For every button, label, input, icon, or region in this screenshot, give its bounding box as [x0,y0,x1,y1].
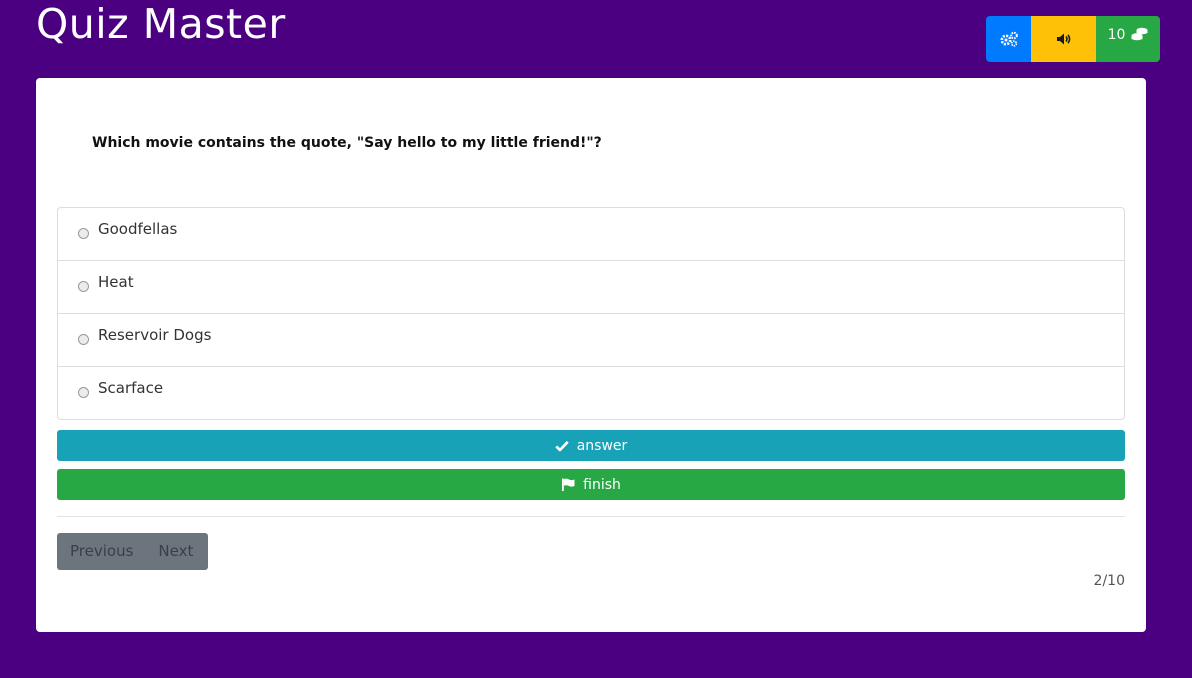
cogs-icon [1000,31,1018,47]
option-radio[interactable] [78,281,89,292]
next-button[interactable]: Next [158,533,193,570]
answer-button-label: answer [576,437,628,454]
settings-button[interactable] [986,16,1031,62]
option-scarface[interactable]: Scarface [58,366,1124,419]
question-counter: 2/10 [1093,573,1125,589]
coins-icon [1131,27,1148,41]
option-label: Heat [98,273,134,291]
question-text: Which movie contains the quote, "Say hel… [92,135,602,151]
option-goodfellas[interactable]: Goodfellas [58,208,1124,260]
divider [57,516,1125,517]
app-title: Quiz Master [36,0,286,48]
volume-icon [1056,33,1070,45]
coins-button[interactable]: 10 [1096,16,1160,62]
answer-options: Goodfellas Heat Reservoir Dogs Scarface [57,207,1125,420]
previous-button[interactable]: Previous [70,533,133,570]
option-heat[interactable]: Heat [58,260,1124,313]
option-radio[interactable] [78,334,89,345]
quiz-card: Which movie contains the quote, "Say hel… [36,78,1146,632]
header-toolbar: 10 [986,16,1160,62]
option-label: Reservoir Dogs [98,326,212,344]
finish-button-label: finish [583,476,621,493]
coins-count: 10 [1107,27,1126,43]
flag-icon [562,478,575,491]
sound-button[interactable] [1031,16,1096,62]
option-label: Scarface [98,379,164,397]
check-icon [555,440,569,451]
option-label: Goodfellas [98,220,178,238]
option-radio[interactable] [78,228,89,239]
finish-button[interactable]: finish [57,469,1125,500]
option-radio[interactable] [78,387,89,398]
pagination: Previous Next [57,533,208,570]
option-reservoir-dogs[interactable]: Reservoir Dogs [58,313,1124,366]
answer-button[interactable]: answer [57,430,1125,461]
